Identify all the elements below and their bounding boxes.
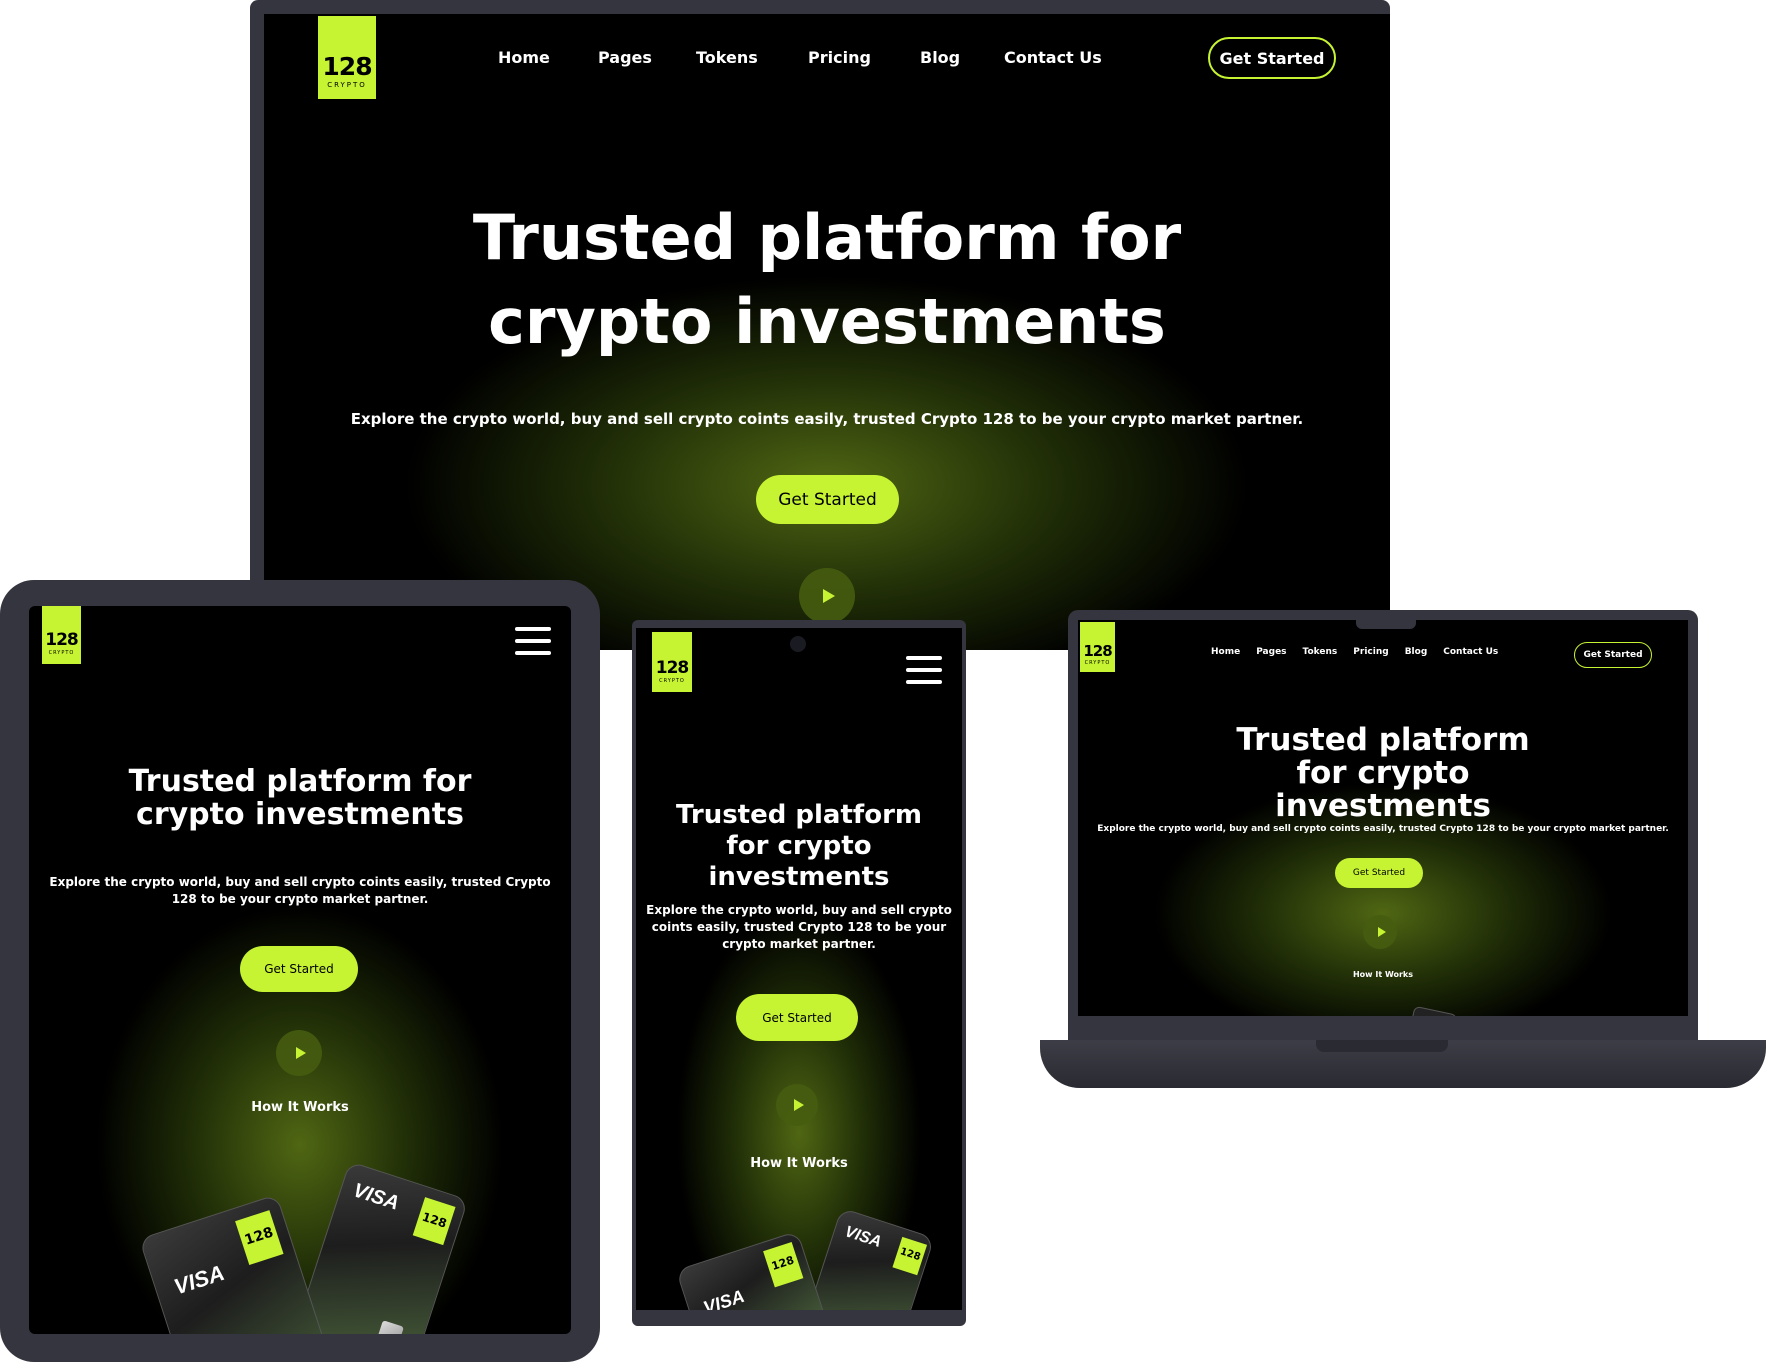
hero-subtitle: Explore the crypto world, buy and sell c… (646, 903, 952, 951)
play-button[interactable] (1363, 915, 1397, 949)
nav-pricing[interactable]: Pricing (788, 48, 896, 67)
laptop-camera-notch (1356, 620, 1416, 629)
visa-card-back: VISA 128 (807, 1207, 935, 1310)
hero-get-started-button[interactable]: Get Started (756, 475, 899, 524)
nav-blog[interactable]: Blog (1405, 647, 1428, 657)
phone-screen: 128 CRYPTO Trusted platform for crypto i… (636, 628, 962, 1310)
play-icon (295, 1047, 306, 1059)
nav-contact[interactable]: Contact Us (982, 48, 1122, 67)
play-icon (1377, 927, 1386, 937)
card-logo: 128 (235, 1210, 284, 1265)
hero-subtitle: Explore the crypto world, buy and sell c… (350, 410, 1304, 428)
hero-get-started-button[interactable]: Get Started (1335, 858, 1423, 888)
front-camera (790, 636, 806, 652)
brand-logo[interactable]: 128 CRYPTO (1080, 622, 1115, 672)
card-logo: 128 (892, 1236, 928, 1276)
hero-title: Trusted platform for crypto investments (128, 764, 472, 832)
nav-tokens[interactable]: Tokens (1303, 647, 1338, 657)
nav-contact[interactable]: Contact Us (1443, 647, 1498, 657)
card-peek (1408, 1005, 1458, 1016)
visa-card-front: VISA 128 (675, 1230, 829, 1310)
card-chip (377, 1320, 404, 1334)
hero-title: Trusted platform for crypto investments (472, 201, 1182, 358)
nav-home[interactable]: Home (1211, 647, 1240, 657)
play-button[interactable] (276, 1030, 322, 1076)
card-logo: 128 (763, 1242, 804, 1288)
hamburger-menu-icon[interactable] (515, 627, 551, 655)
how-it-works-link[interactable]: How It Works (636, 1156, 962, 1171)
visa-card-front: VISA 128 (138, 1194, 339, 1334)
nav-tokens[interactable]: Tokens (680, 48, 788, 67)
phone: 128 CRYPTO Trusted platform for crypto i… (632, 620, 966, 1326)
desktop-monitor: 128 CRYPTO Home Pages Tokens Pricing Blo… (250, 0, 1390, 650)
brand-logo[interactable]: 128 CRYPTO (318, 16, 376, 99)
visa-card-back: VISA 128 (294, 1161, 469, 1334)
tablet-screen: 128 CRYPTO Trusted platform for crypto i… (29, 606, 571, 1334)
nav-blog[interactable]: Blog (896, 48, 982, 67)
how-it-works-link[interactable]: How It Works (1078, 970, 1688, 979)
play-icon (793, 1099, 804, 1111)
play-icon (823, 589, 835, 603)
brand-logo[interactable]: 128 CRYPTO (42, 606, 81, 664)
header-get-started-button[interactable]: Get Started (1208, 37, 1336, 79)
hero-get-started-button[interactable]: Get Started (240, 946, 358, 992)
brand-logo[interactable]: 128 CRYPTO (652, 632, 692, 692)
nav-pages[interactable]: Pages (580, 48, 680, 67)
laptop-base (1040, 1040, 1766, 1088)
nav-pages[interactable]: Pages (1256, 647, 1286, 657)
hero-title: Trusted platform for crypto investments (676, 800, 922, 892)
play-button[interactable] (776, 1084, 818, 1126)
card-logo: 128 (412, 1197, 456, 1246)
hamburger-menu-icon[interactable] (906, 656, 942, 684)
play-button[interactable] (799, 568, 855, 624)
laptop: 128 CRYPTO Home Pages Tokens Pricing Blo… (1068, 610, 1698, 1040)
laptop-screen: 128 CRYPTO Home Pages Tokens Pricing Blo… (1078, 620, 1688, 1016)
laptop-hinge-notch (1316, 1040, 1448, 1052)
hero-title: Trusted platform for crypto investments (1236, 722, 1530, 824)
how-it-works-link[interactable]: How It Works (29, 1100, 571, 1115)
header-get-started-button[interactable]: Get Started (1574, 642, 1652, 668)
main-nav: Home Pages Tokens Pricing Blog Contact U… (1211, 647, 1498, 657)
hero-subtitle: Explore the crypto world, buy and sell c… (49, 875, 551, 906)
nav-home[interactable]: Home (498, 48, 580, 67)
hero-subtitle: Explore the crypto world, buy and sell c… (1097, 824, 1669, 834)
nav-pricing[interactable]: Pricing (1353, 647, 1388, 657)
main-nav: Home Pages Tokens Pricing Blog Contact U… (498, 48, 1122, 67)
tablet: 128 CRYPTO Trusted platform for crypto i… (0, 580, 600, 1362)
desktop-screen: 128 CRYPTO Home Pages Tokens Pricing Blo… (264, 14, 1390, 650)
hero-get-started-button[interactable]: Get Started (736, 994, 858, 1041)
